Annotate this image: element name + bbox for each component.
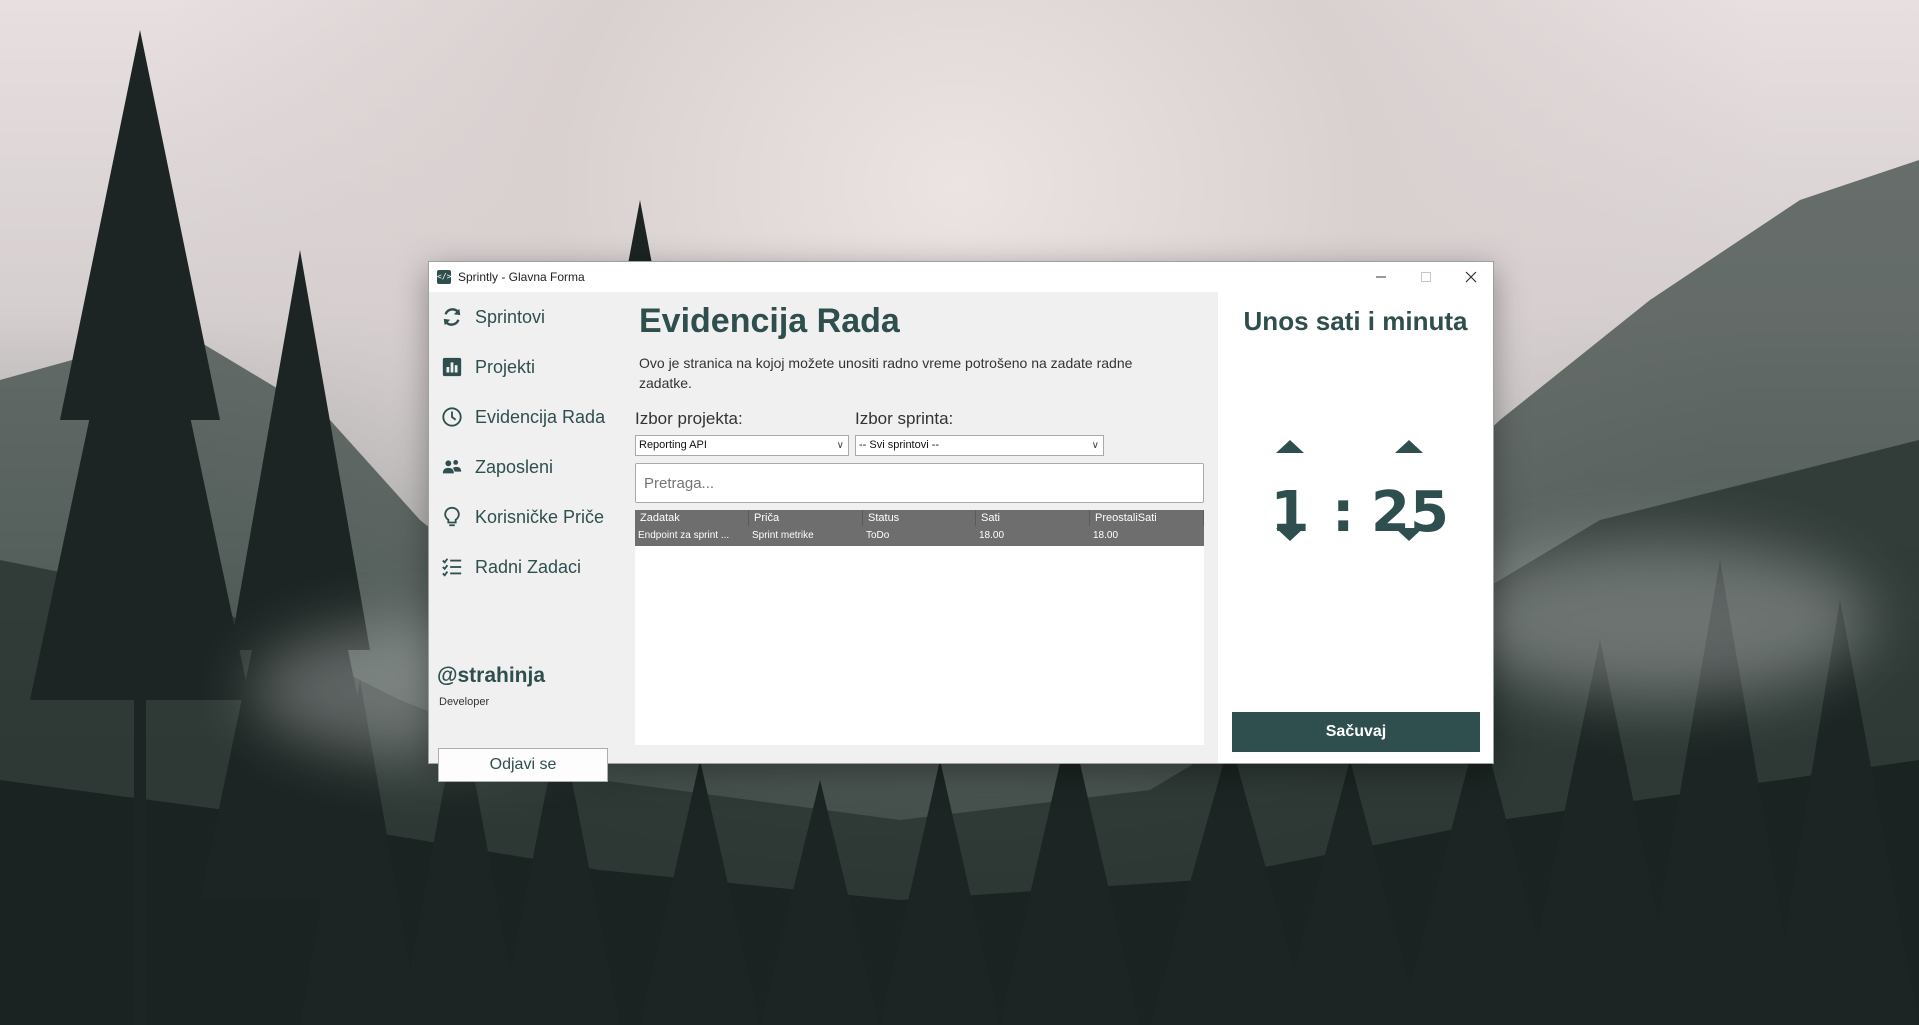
window-title: Sprintly - Glavna Forma bbox=[458, 270, 585, 284]
window-controls bbox=[1358, 262, 1493, 292]
sprint-select[interactable]: -- Svi sprintovi -- ∨ bbox=[855, 435, 1104, 456]
title-bar[interactable]: </> Sprintly - Glavna Forma bbox=[429, 262, 1493, 292]
search-input[interactable] bbox=[635, 463, 1204, 503]
minimize-button[interactable] bbox=[1358, 262, 1403, 292]
table-row[interactable]: Endpoint za sprint ... Sprint metrike To… bbox=[635, 526, 1204, 546]
chevron-down-icon: ∨ bbox=[836, 440, 844, 451]
sidebar-item-zaposleni[interactable]: Zaposleni bbox=[429, 442, 619, 492]
maximize-button[interactable] bbox=[1403, 262, 1448, 292]
app-window: </> Sprintly - Glavna Forma Sprintovi Pr… bbox=[428, 261, 1494, 782]
save-button[interactable]: Sačuvaj bbox=[1232, 712, 1480, 752]
table-cell: Endpoint za sprint ... bbox=[638, 530, 730, 541]
maximize-icon bbox=[1420, 272, 1431, 282]
sidebar-item-radni-zadaci[interactable]: Radni Zadaci bbox=[429, 542, 619, 592]
project-label: Izbor projekta: bbox=[635, 409, 743, 428]
fog bbox=[1450, 540, 1870, 700]
sidebar-item-label: Radni Zadaci bbox=[475, 556, 582, 577]
project-select[interactable]: Reporting API ∨ bbox=[635, 435, 849, 456]
checklist-icon bbox=[442, 558, 462, 577]
sidebar-item-label: Korisničke Priče bbox=[475, 506, 605, 527]
close-icon bbox=[1465, 271, 1476, 283]
hours-down-arrow-icon[interactable] bbox=[1276, 528, 1304, 541]
refresh-icon bbox=[443, 308, 461, 326]
page-description: Ovo je stranica na kojoj možete unositi … bbox=[639, 355, 1133, 391]
username: @strahinja bbox=[437, 664, 546, 687]
code-icon: </> bbox=[437, 270, 451, 284]
users-icon bbox=[442, 460, 462, 474]
tasks-table[interactable]: Zadatak Priča Status Sati PreostaliSati … bbox=[635, 510, 1204, 745]
user-role: Developer bbox=[439, 696, 490, 708]
column-header[interactable]: Status bbox=[863, 510, 976, 526]
sidebar-item-label: Projekti bbox=[475, 356, 536, 377]
time-entry-title: Unos sati i minuta bbox=[1243, 306, 1468, 336]
table-cell: Sprint metrike bbox=[752, 530, 814, 541]
sidebar-item-korisnicke-price[interactable]: Korisničke Priče bbox=[429, 492, 619, 542]
table-cell: 18.00 bbox=[1093, 530, 1119, 541]
bar-chart-icon bbox=[442, 357, 462, 377]
sidebar-item-evidencija-rada[interactable]: Evidencija Rada bbox=[429, 392, 619, 442]
minimize-icon bbox=[1375, 276, 1386, 278]
lightbulb-icon bbox=[444, 506, 460, 527]
sidebar-item-sprintovi[interactable]: Sprintovi bbox=[429, 292, 619, 342]
column-header[interactable]: PreostaliSati bbox=[1090, 510, 1204, 526]
sidebar-item-label: Zaposleni bbox=[475, 456, 554, 477]
table-cell: ToDo bbox=[866, 530, 890, 541]
project-select-value: Reporting API bbox=[639, 439, 707, 451]
time-separator: : bbox=[1332, 480, 1355, 545]
chevron-down-icon: ∨ bbox=[1091, 440, 1099, 451]
sidebar-item-label: Sprintovi bbox=[475, 306, 546, 327]
main-panel: Evidencija Rada Ovo je stranica na kojoj… bbox=[619, 292, 1218, 763]
clock-icon bbox=[442, 407, 462, 427]
sidebar: Sprintovi Projekti Evidencija Rada Zapos… bbox=[429, 292, 619, 782]
table-header: Zadatak Priča Status Sati PreostaliSati bbox=[635, 510, 1204, 526]
page-title: Evidencija Rada bbox=[639, 302, 900, 340]
column-header[interactable]: Priča bbox=[749, 510, 863, 526]
minutes-down-arrow-icon[interactable] bbox=[1395, 528, 1423, 541]
minutes-up-arrow-icon[interactable] bbox=[1395, 440, 1423, 453]
time-entry-panel: Unos sati i minuta 1 : 25 Sačuvaj bbox=[1218, 292, 1493, 763]
logout-button[interactable]: Odjavi se bbox=[438, 748, 608, 782]
table-cell: 18.00 bbox=[979, 530, 1005, 541]
hours-up-arrow-icon[interactable] bbox=[1276, 440, 1304, 453]
column-header[interactable]: Zadatak bbox=[635, 510, 749, 526]
sprint-label: Izbor sprinta: bbox=[855, 409, 954, 428]
sidebar-item-projekti[interactable]: Projekti bbox=[429, 342, 619, 392]
column-header[interactable]: Sati bbox=[976, 510, 1090, 526]
close-button[interactable] bbox=[1448, 262, 1493, 292]
sprint-select-value: -- Svi sprintovi -- bbox=[859, 439, 940, 451]
sidebar-item-label: Evidencija Rada bbox=[475, 406, 606, 427]
